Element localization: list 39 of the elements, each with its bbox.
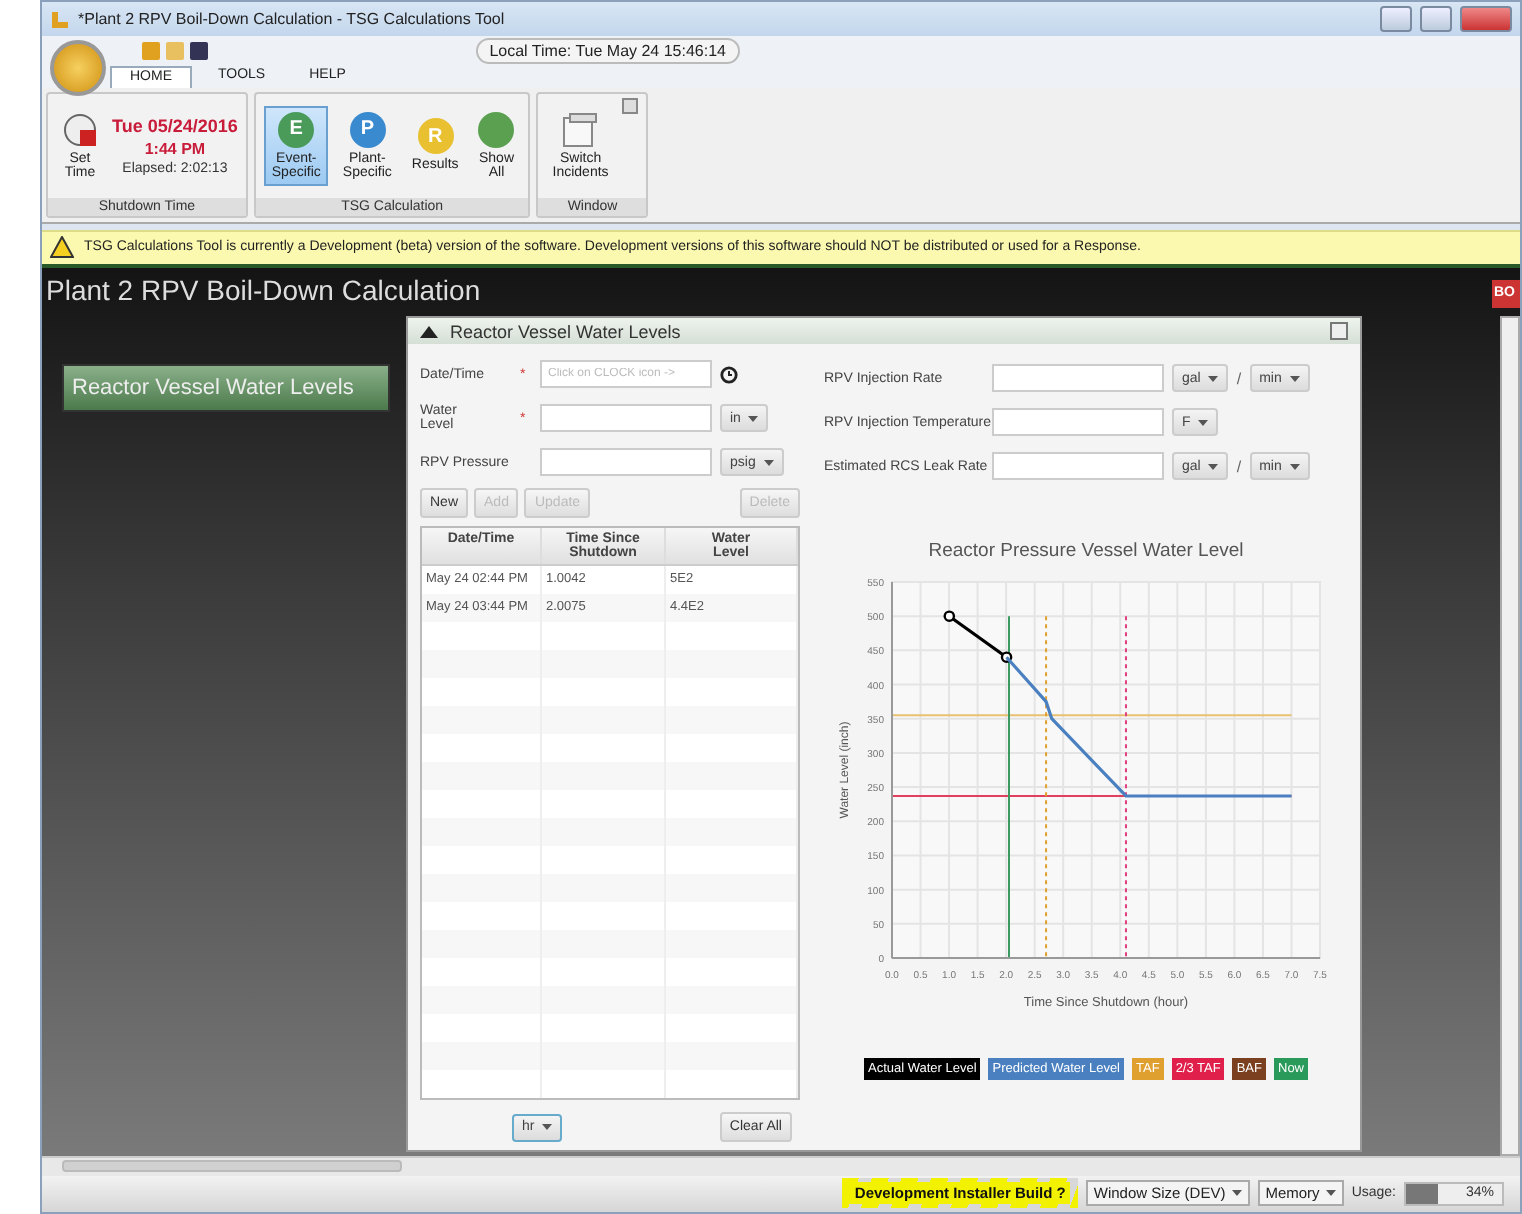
unit-separator: / <box>1236 369 1242 388</box>
input-field[interactable] <box>540 404 712 433</box>
shutdown-time: 1:44 PM <box>144 139 206 158</box>
local-time: Local Time: Tue May 24 15:46:14 <box>475 38 740 64</box>
close-button[interactable] <box>1460 6 1512 33</box>
application-menu-button[interactable] <box>50 40 106 97</box>
input-field[interactable] <box>992 408 1164 437</box>
chart-title: Reactor Pressure Vessel Water Level <box>926 540 1246 563</box>
unit-separator: / <box>1236 457 1242 476</box>
clock-icon[interactable] <box>720 365 738 384</box>
caret-icon <box>1208 375 1219 382</box>
window-icon[interactable] <box>622 98 639 115</box>
caret-icon <box>542 1124 553 1131</box>
shutdown-date: Tue 05/24/2016 <box>112 115 238 136</box>
clock-icon <box>62 111 98 148</box>
input-field[interactable] <box>992 364 1164 393</box>
caret-icon <box>1325 1190 1336 1197</box>
input-field[interactable] <box>540 448 712 477</box>
horizontal-scrollbar[interactable] <box>42 1156 1520 1176</box>
caret-icon <box>1231 1190 1242 1197</box>
panel-title: Reactor Vessel Water Levels <box>450 321 683 342</box>
letter-circle-icon: R <box>417 118 454 155</box>
minimize-button[interactable] <box>1380 6 1412 33</box>
caret-icon <box>1289 375 1300 382</box>
caret-icon <box>1198 419 1209 426</box>
maximize-icon[interactable] <box>1330 322 1348 341</box>
input-field[interactable] <box>992 452 1164 481</box>
caret-icon <box>748 415 759 422</box>
letter-circle-icon: P <box>349 111 386 148</box>
caret-icon <box>763 459 774 466</box>
caret-icon <box>1208 463 1219 470</box>
maximize-button[interactable] <box>1420 6 1452 33</box>
page-title: Plant 2 RPV Boil-Down Calculation <box>44 272 483 311</box>
collapse-icon[interactable] <box>420 325 438 338</box>
window-title: *Plant 2 RPV Boil-Down Calculation - TSG Calculations Tool <box>78 10 507 29</box>
letter-circle-icon: E <box>278 111 315 148</box>
windows-icon <box>562 111 599 148</box>
caret-icon <box>1289 463 1300 470</box>
warning-icon <box>50 236 74 259</box>
